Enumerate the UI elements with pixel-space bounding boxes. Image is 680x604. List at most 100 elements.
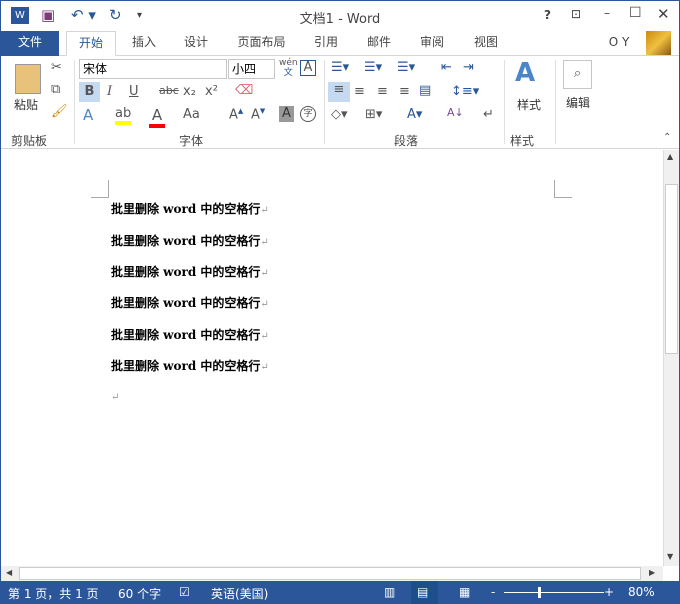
decrease-indent-icon[interactable]: ⇤ — [441, 60, 452, 75]
enclose-characters-icon[interactable]: 字 — [300, 106, 316, 122]
styles-icon: A — [515, 58, 536, 88]
paste-icon — [15, 64, 41, 94]
tab-review[interactable]: 审阅 — [417, 31, 447, 56]
print-layout-icon[interactable]: ▤ — [411, 581, 438, 604]
character-border-icon[interactable]: A — [300, 60, 316, 76]
strikethrough-button[interactable]: abc — [159, 84, 179, 97]
tab-mailings[interactable]: 邮件 — [364, 31, 394, 56]
ribbon-display-icon[interactable]: ⊡ — [571, 7, 581, 21]
line-spacing-icon[interactable]: ↕≡▾ — [451, 84, 479, 99]
scroll-thumb[interactable] — [665, 184, 678, 354]
document-line: 批里删除 word 中的空格行↵ — [111, 265, 269, 279]
cut-icon[interactable]: ✂ — [51, 60, 62, 75]
document-line: 批里删除 word 中的空格行↵ — [111, 296, 269, 310]
document-area[interactable]: 批里删除 word 中的空格行↵ 批里删除 word 中的空格行↵ 批里删除 w… — [1, 150, 663, 566]
language[interactable]: 英语(美国) — [211, 585, 268, 602]
zoom-slider[interactable] — [504, 592, 604, 593]
vertical-scrollbar[interactable]: ▲ ▼ — [663, 150, 679, 566]
multilevel-list-icon[interactable]: ☰▾ — [397, 60, 415, 75]
web-layout-icon[interactable]: ▦ — [459, 585, 470, 599]
styles-group-label: 样式 — [510, 134, 535, 148]
empty-paragraph: ↵ — [111, 392, 120, 403]
align-right-button[interactable]: ≡ — [377, 84, 388, 99]
bold-button[interactable]: B — [79, 82, 100, 102]
borders-icon[interactable]: ⊞▾ — [365, 107, 382, 122]
page-count[interactable]: 第 1 页，共 1 页 — [8, 585, 99, 602]
font-color-icon[interactable]: A — [149, 106, 165, 128]
change-case-button[interactable]: Aa — [183, 107, 200, 122]
chinese-layout-icon[interactable]: A▾ — [407, 107, 422, 122]
character-shading-icon[interactable]: A — [279, 106, 294, 122]
avatar[interactable] — [646, 31, 671, 55]
paste-button[interactable]: 粘贴 — [14, 96, 38, 113]
font-group-label: 字体 — [179, 134, 204, 148]
format-painter-icon[interactable]: 🖌 — [51, 104, 68, 119]
show-marks-icon[interactable]: ↵ — [483, 107, 494, 122]
tab-references[interactable]: 引用 — [311, 31, 341, 56]
highlight-color-icon[interactable]: ab — [115, 106, 131, 125]
scroll-left-icon[interactable]: ◀ — [6, 568, 12, 577]
tab-insert[interactable]: 插入 — [129, 31, 159, 56]
justify-button[interactable]: ≡ — [399, 84, 410, 99]
phonetic-guide-icon[interactable]: wén 文 — [279, 58, 298, 78]
sort-icon[interactable]: A↓ — [447, 106, 464, 119]
document-line: 批里删除 word 中的空格行↵ — [111, 234, 269, 248]
bullets-icon[interactable]: ☰▾ — [331, 60, 349, 75]
title-bar: W ▣ ↶ ▾ ↻ ▾ 文档1 - Word ? ⊡ – ☐ ✕ — [1, 1, 679, 31]
distributed-button[interactable]: ▤ — [419, 83, 431, 98]
editing-button[interactable]: 编辑 — [566, 94, 590, 111]
tab-home[interactable]: 开始 — [66, 31, 116, 56]
document-line: 批里删除 word 中的空格行↵ — [111, 359, 269, 373]
horizontal-scrollbar[interactable]: ◀ ▶ — [1, 566, 663, 581]
tab-layout[interactable]: 页面布局 — [234, 31, 289, 56]
ribbon-tabs: 文件 开始 插入 设计 页面布局 引用 邮件 审阅 视图 O Y — [1, 31, 679, 56]
tab-design[interactable]: 设计 — [181, 31, 211, 56]
clear-formatting-icon[interactable]: ⌫ — [235, 83, 253, 98]
font-name-select[interactable]: 宋体 — [79, 59, 227, 79]
tab-view[interactable]: 视图 — [471, 31, 501, 56]
margin-corner-tr — [554, 180, 572, 198]
numbering-icon[interactable]: ☰▾ — [364, 60, 382, 75]
minimize-button[interactable]: – — [604, 6, 610, 20]
copy-icon[interactable]: ⧉ — [51, 82, 60, 97]
scroll-right-icon[interactable]: ▶ — [649, 568, 655, 577]
collapse-ribbon-icon[interactable]: ⌃ — [663, 132, 671, 143]
find-icon[interactable]: ⌕ — [563, 60, 592, 89]
status-bar: 第 1 页，共 1 页 60 个字 ☑ 英语(美国) ▥ ▤ ▦ - + 80% — [1, 581, 679, 604]
help-button[interactable]: ? — [544, 8, 551, 22]
zoom-in-button[interactable]: + — [604, 585, 614, 599]
margin-corner-tl — [91, 180, 109, 198]
font-size-select[interactable]: 小四 — [228, 59, 275, 79]
shrink-font-icon[interactable]: A▼ — [251, 107, 265, 122]
document-line: 批里删除 word 中的空格行↵ — [111, 328, 269, 342]
superscript-button[interactable]: x² — [205, 84, 218, 99]
proofing-icon[interactable]: ☑ — [179, 585, 190, 599]
subscript-button[interactable]: x₂ — [183, 84, 196, 99]
document-line: 批里删除 word 中的空格行↵ — [111, 202, 269, 216]
zoom-out-button[interactable]: - — [491, 585, 495, 599]
ribbon: 粘贴 ✂ ⧉ 🖌 剪贴板 宋体 小四 wén 文 A B I U abc x₂ x… — [1, 56, 679, 149]
scroll-down-icon[interactable]: ▼ — [667, 552, 673, 561]
align-center-button[interactable]: ≡ — [354, 84, 365, 99]
maximize-button[interactable]: ☐ — [629, 5, 642, 21]
scroll-up-icon[interactable]: ▲ — [667, 152, 673, 161]
close-button[interactable]: ✕ — [657, 5, 670, 23]
horizontal-thumb[interactable] — [19, 567, 641, 580]
word-count[interactable]: 60 个字 — [118, 585, 161, 602]
grow-font-icon[interactable]: A▲ — [229, 107, 243, 122]
zoom-level[interactable]: 80% — [628, 585, 655, 599]
align-left-button[interactable]: ≡ — [328, 82, 350, 102]
shading-icon[interactable]: ◇▾ — [331, 107, 348, 122]
tab-file[interactable]: 文件 — [1, 31, 59, 56]
italic-button[interactable]: I — [107, 84, 112, 99]
text-effects-icon[interactable]: A — [83, 106, 93, 124]
read-mode-icon[interactable]: ▥ — [384, 585, 395, 599]
user-account[interactable]: O Y — [604, 31, 634, 56]
increase-indent-icon[interactable]: ⇥ — [463, 60, 474, 75]
underline-button[interactable]: U — [129, 84, 139, 99]
phonetic-char: 文 — [283, 68, 293, 78]
paragraph-group-label: 段落 — [394, 134, 419, 148]
zoom-slider-thumb[interactable] — [538, 587, 541, 598]
clipboard-group-label: 剪贴板 — [11, 134, 48, 148]
styles-button[interactable]: 样式 — [517, 96, 541, 113]
